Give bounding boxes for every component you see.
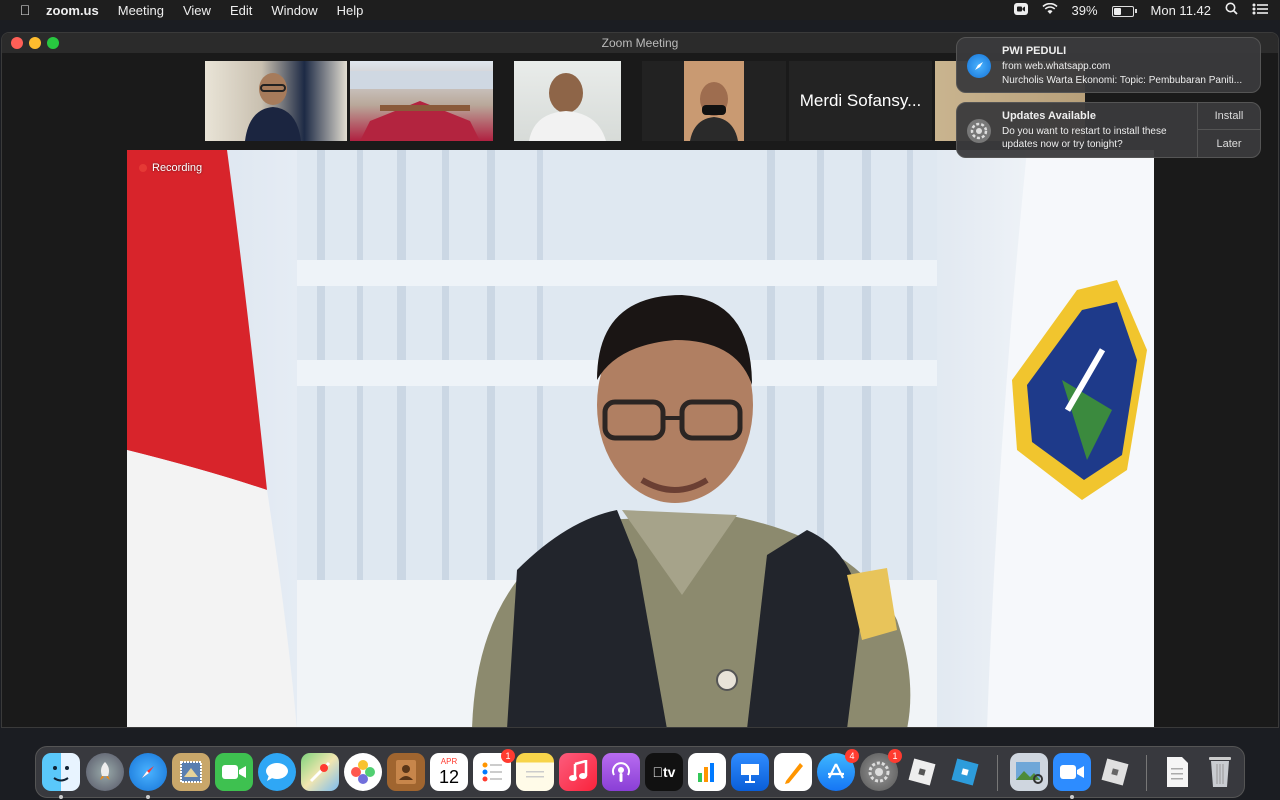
close-window-button[interactable] [11, 37, 23, 49]
music-note-icon[interactable] [559, 753, 597, 791]
document-file-icon[interactable] [1158, 753, 1196, 791]
roblox-studio-icon[interactable] [946, 753, 984, 791]
wifi-icon[interactable] [1041, 2, 1058, 18]
zoom-camera-icon[interactable] [1053, 753, 1091, 791]
safari-compass-icon[interactable] [129, 753, 167, 791]
active-speaker-video[interactable]: Recording [127, 150, 1154, 727]
participant-video-thumbnail[interactable] [350, 61, 493, 141]
notification-source: from web.whatsapp.com [1002, 61, 1111, 72]
notification-whatsapp[interactable]: PWI PEDULI from web.whatsapp.com Nurchol… [956, 37, 1261, 93]
spotlight-search-icon[interactable] [1225, 2, 1238, 18]
participant-video-thumbnail[interactable] [642, 61, 786, 141]
window-title: Zoom Meeting [601, 36, 679, 50]
menu-help[interactable]: Help [337, 3, 364, 18]
calendar-month: APR [440, 757, 458, 766]
system-preferences-badge: 1 [888, 749, 902, 763]
photos-flower-icon[interactable] [344, 753, 382, 791]
menu-bar:  zoom.us Meeting View Edit Window Help … [0, 0, 1280, 20]
messages-bubble-icon[interactable] [258, 753, 296, 791]
dock-running-indicator [1070, 795, 1074, 799]
recording-dot-icon [139, 164, 147, 172]
dock-separator [1146, 755, 1147, 791]
participant-video-thumbnail[interactable] [205, 61, 347, 141]
reminders-badge: 1 [501, 749, 515, 763]
dock-separator [997, 755, 998, 791]
finder-icon[interactable] [42, 753, 80, 791]
menu-window[interactable]: Window [271, 3, 317, 18]
minimize-window-button[interactable] [29, 37, 41, 49]
later-button[interactable]: Later [1198, 130, 1260, 157]
recording-label: Recording [152, 162, 203, 174]
maps-icon[interactable] [301, 753, 339, 791]
numbers-chart-icon[interactable] [688, 753, 726, 791]
roblox-player-icon[interactable] [1096, 753, 1134, 791]
preview-image-icon[interactable] [1010, 753, 1048, 791]
notes-icon[interactable] [516, 753, 554, 791]
notification-message: Nurcholis Warta Ekonomi: Topic: Pembubar… [1002, 75, 1243, 86]
recording-indicator[interactable]: Recording [139, 162, 202, 174]
participant-video-thumbnail[interactable] [514, 61, 621, 141]
mail-stamp-icon[interactable] [172, 753, 210, 791]
facetime-camera-icon[interactable] [215, 753, 253, 791]
calendar-icon[interactable]: APR 12 [430, 753, 468, 791]
apple-tv-icon[interactable]: tv [645, 753, 683, 791]
apple-icon[interactable]:  [18, 2, 32, 18]
system-preferences-gear-icon [967, 119, 991, 143]
zoom-status-icon[interactable] [1013, 2, 1028, 18]
menu-meeting[interactable]: Meeting [118, 3, 164, 18]
menu-app-name[interactable]: zoom.us [46, 3, 99, 18]
keynote-icon[interactable] [731, 753, 769, 791]
install-button[interactable]: Install [1198, 103, 1260, 130]
battery-fill [1113, 7, 1121, 15]
contacts-book-icon[interactable] [387, 753, 425, 791]
podcasts-icon[interactable] [602, 753, 640, 791]
notification-title: Updates Available [1002, 110, 1096, 122]
system-preferences-gear-icon[interactable]: 1 [860, 749, 902, 791]
notification-message: updates now or try tonight? [1002, 139, 1123, 150]
notification-title: PWI PEDULI [1002, 45, 1067, 57]
notification-updates[interactable]: Updates Available Do you want to restart… [956, 102, 1261, 158]
menu-view[interactable]: View [183, 3, 211, 18]
dock-running-indicator [146, 795, 150, 799]
menubar-clock[interactable]: Mon 11.42 [1151, 3, 1211, 18]
reminders-list-icon[interactable]: 1 [473, 749, 515, 791]
app-store-badge: 4 [845, 749, 859, 763]
notification-actions: Install Later [1197, 103, 1260, 157]
battery-icon[interactable] [1111, 3, 1137, 18]
participant-name-tile[interactable]: Merdi Sofansy... [789, 61, 932, 141]
app-store-icon[interactable]: 4 [817, 749, 859, 791]
fullscreen-window-button[interactable] [47, 37, 59, 49]
calendar-day: 12 [438, 767, 460, 787]
notification-message: Do you want to restart to install these [1002, 126, 1167, 137]
control-center-icon[interactable] [1252, 3, 1268, 18]
pages-pen-icon[interactable] [774, 753, 812, 791]
dock: APR 12 1 tv 4 1 [35, 746, 1245, 799]
trash-icon[interactable] [1201, 753, 1239, 791]
launchpad-rocket-icon[interactable] [86, 753, 124, 791]
apple-tv-label: tv [657, 764, 675, 780]
safari-compass-icon [967, 54, 991, 78]
dock-running-indicator [59, 795, 63, 799]
battery-percent: 39% [1071, 2, 1098, 18]
menu-edit[interactable]: Edit [230, 3, 252, 18]
speaker-video-scene [127, 150, 1154, 727]
roblox-icon[interactable] [903, 753, 941, 791]
